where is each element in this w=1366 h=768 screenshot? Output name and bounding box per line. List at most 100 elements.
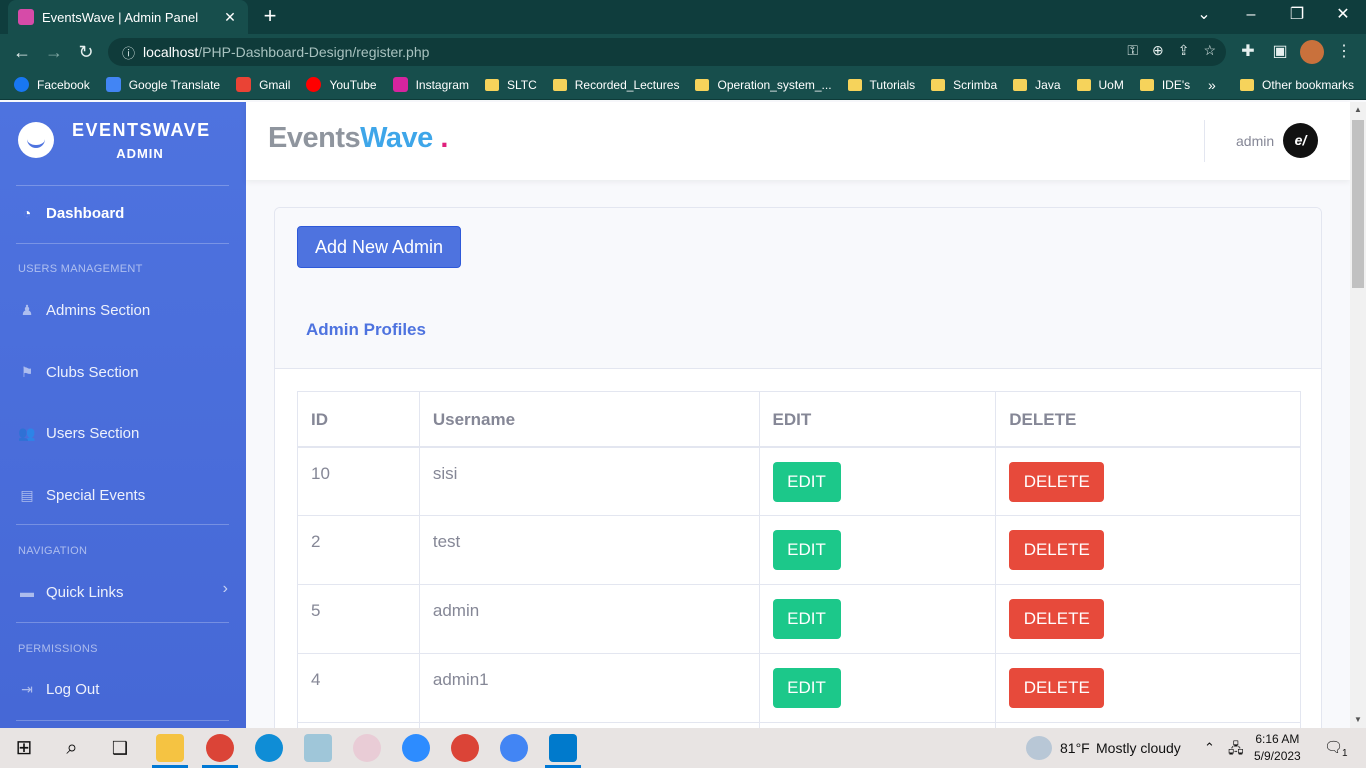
- bookmark-label: Operation_system_...: [717, 77, 832, 92]
- translate-icon: [105, 77, 121, 92]
- sidebar-item-label: Admins Section: [46, 301, 151, 319]
- side-panel-icon[interactable]: ▣: [1268, 40, 1292, 64]
- sidebar-item-dashboard[interactable]: ◔ Dashboard: [18, 201, 230, 225]
- bookmark-google-translate[interactable]: Google Translate: [105, 77, 220, 92]
- password-key-icon[interactable]: ⚿: [1127, 42, 1138, 59]
- sidebar-divider: [16, 720, 229, 721]
- bookmark-instagram[interactable]: Instagram: [392, 77, 469, 92]
- admin-profiles-card: Add New Admin Admin Profiles ID Username…: [274, 207, 1322, 737]
- user-secret-icon: ♟: [20, 301, 34, 318]
- chrome-icon[interactable]: [451, 734, 479, 762]
- share-icon[interactable]: ⇪: [1178, 42, 1190, 59]
- notepad-icon[interactable]: [304, 734, 332, 762]
- folder-icon: ▬: [20, 584, 34, 600]
- column-header-id: ID: [297, 391, 420, 448]
- address-bar[interactable]: ⓘ localhost/PHP-Dashboard-Design/registe…: [108, 38, 1226, 66]
- sidebar-item-admins[interactable]: ♟ Admins Section: [18, 298, 230, 322]
- forward-icon[interactable]: →: [42, 40, 66, 64]
- bookmark-label: Other bookmarks: [1262, 78, 1355, 92]
- more-bookmarks-button[interactable]: »: [1208, 70, 1216, 100]
- bookmarks-bar: Facebook Google Translate Gmail YouTube …: [0, 70, 1366, 100]
- sidebar-divider: [16, 622, 229, 623]
- avatar[interactable]: e/: [1283, 123, 1318, 158]
- system-clock[interactable]: 6:16 AM 5/9/2023: [1254, 731, 1301, 765]
- zoom-app-icon[interactable]: [402, 734, 430, 762]
- file-explorer-icon[interactable]: [156, 734, 184, 762]
- zoom-icon[interactable]: ⊕: [1152, 42, 1164, 59]
- column-header-username: Username: [418, 391, 760, 448]
- gmail-icon: [236, 77, 252, 92]
- bookmark-facebook[interactable]: Facebook: [14, 77, 90, 92]
- bookmark-folder[interactable]: Tutorials: [847, 78, 915, 92]
- cell-id: 10: [297, 446, 420, 516]
- weather-cloud-icon[interactable]: [1026, 736, 1052, 760]
- card-title: Admin Profiles: [306, 320, 426, 339]
- profile-avatar[interactable]: [1300, 40, 1324, 64]
- weather-description[interactable]: Mostly cloudy: [1096, 728, 1181, 768]
- browser-tab-active[interactable]: EventsWave | Admin Panel ✕: [8, 0, 248, 34]
- task-view-icon[interactable]: ❑: [106, 734, 134, 762]
- page-scrollbar[interactable]: ▲ ▼: [1350, 102, 1366, 728]
- bookmark-star-icon[interactable]: ☆: [1203, 42, 1216, 59]
- snipping-tool-icon[interactable]: [353, 734, 381, 762]
- scrollbar-thumb[interactable]: [1352, 120, 1364, 288]
- folder-icon: [847, 78, 862, 91]
- site-logo[interactable]: EventsWave .: [268, 122, 448, 155]
- bookmark-youtube[interactable]: YouTube: [306, 77, 377, 92]
- back-icon[interactable]: ←: [10, 40, 34, 64]
- chrome-profile-icon[interactable]: [206, 734, 234, 762]
- bookmark-folder[interactable]: SLTC: [484, 78, 537, 92]
- network-icon[interactable]: 🖧: [1228, 728, 1244, 768]
- chevron-up-icon[interactable]: ⌃: [1204, 728, 1215, 768]
- bookmark-folder[interactable]: UoM: [1076, 78, 1124, 92]
- weather-temperature[interactable]: 81°F: [1060, 728, 1090, 768]
- sidebar-brand[interactable]: EVENTSWAVE ADMIN: [18, 120, 228, 166]
- reload-icon[interactable]: ↻: [74, 40, 98, 64]
- other-bookmarks-folder[interactable]: Other bookmarks: [1240, 70, 1354, 100]
- calendar-icon: ▤: [20, 486, 34, 503]
- bookmark-label: Recorded_Lectures: [574, 77, 680, 92]
- vscode-icon[interactable]: [549, 734, 577, 762]
- edit-button[interactable]: EDIT: [772, 599, 841, 639]
- cell-id: 4: [297, 653, 420, 723]
- restore-button[interactable]: ❐: [1274, 0, 1320, 34]
- minimize-button[interactable]: –: [1228, 0, 1274, 34]
- sidebar-item-users[interactable]: 👥 Users Section: [18, 421, 230, 445]
- sidebar-item-special-events[interactable]: ▤ Special Events: [18, 483, 230, 507]
- bookmark-gmail[interactable]: Gmail: [236, 77, 290, 92]
- bookmark-folder[interactable]: Scrimba: [931, 78, 997, 92]
- edit-button[interactable]: EDIT: [772, 530, 841, 570]
- extensions-icon[interactable]: ✚: [1236, 40, 1260, 64]
- delete-button[interactable]: DELETE: [1009, 461, 1105, 502]
- cell-edit: EDIT: [758, 446, 997, 516]
- topbar: EventsWave . admin e/: [246, 102, 1350, 180]
- edge-icon[interactable]: [255, 734, 283, 762]
- edit-button[interactable]: EDIT: [772, 461, 841, 502]
- cell-edit: EDIT: [758, 515, 997, 585]
- site-info-icon[interactable]: ⓘ: [122, 43, 135, 62]
- close-window-button[interactable]: ✕: [1320, 0, 1366, 34]
- bookmark-folder[interactable]: Java: [1013, 78, 1061, 92]
- bookmark-folder[interactable]: Recorded_Lectures: [552, 77, 680, 92]
- chrome-icon[interactable]: [500, 734, 528, 762]
- add-new-admin-button[interactable]: Add New Admin: [297, 226, 461, 268]
- user-name[interactable]: admin: [1236, 133, 1274, 149]
- delete-button[interactable]: DELETE: [1009, 530, 1105, 570]
- chrome-menu-icon[interactable]: ⋮: [1332, 40, 1356, 64]
- edit-button[interactable]: EDIT: [772, 668, 841, 708]
- windows-start-icon[interactable]: ⊞: [10, 734, 38, 762]
- delete-button[interactable]: DELETE: [1009, 668, 1105, 708]
- sidebar-item-quick-links[interactable]: ▬ Quick Links ›: [18, 580, 230, 604]
- new-tab-button[interactable]: +: [258, 5, 282, 29]
- sidebar-item-clubs[interactable]: ⚑ Clubs Section: [18, 360, 230, 384]
- sidebar-item-logout[interactable]: ⇥ Log Out: [18, 677, 230, 701]
- delete-button[interactable]: DELETE: [1009, 599, 1105, 639]
- search-icon[interactable]: ⌕: [58, 734, 86, 762]
- notification-icon[interactable]: 🗨: [1324, 728, 1343, 768]
- scroll-up-icon[interactable]: ▲: [1350, 102, 1366, 118]
- close-tab-icon[interactable]: ✕: [222, 9, 238, 26]
- tab-search-icon[interactable]: ⌄: [1181, 0, 1227, 34]
- bookmark-folder[interactable]: IDE's: [1139, 78, 1190, 92]
- bookmark-folder[interactable]: Operation_system_...: [695, 77, 832, 92]
- scroll-down-icon[interactable]: ▼: [1350, 712, 1366, 728]
